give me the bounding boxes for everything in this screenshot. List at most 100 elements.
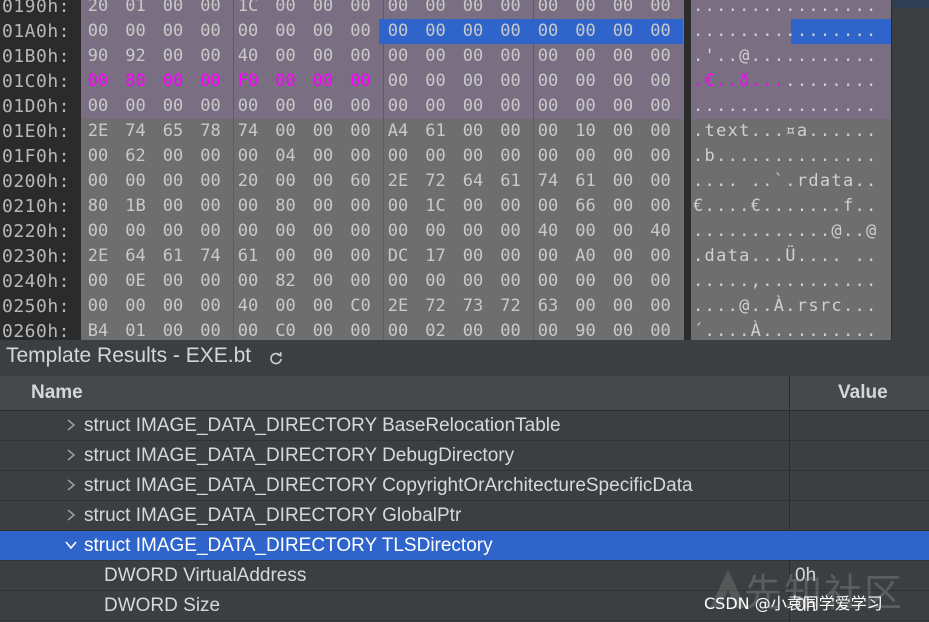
hex-byte[interactable]: 00	[83, 219, 113, 244]
hex-byte[interactable]: 00	[533, 319, 563, 340]
hex-byte[interactable]: 00	[496, 244, 526, 269]
hex-row[interactable]: 01B0h: 90 92 00 00 40 00 00 00 00 00 00 00 00 00 00 00 .'…	[0, 44, 893, 69]
hex-byte[interactable]: 00	[608, 244, 638, 269]
hex-byte[interactable]: 00	[121, 94, 151, 119]
hex-byte[interactable]: 00	[533, 194, 563, 219]
hex-byte[interactable]: 00	[158, 269, 188, 294]
hex-row[interactable]: 0220h: 00 00 00 00 00 00 00 00 00 00 00 00 40 00 00 40..…	[0, 219, 893, 244]
hex-byte[interactable]: 00	[496, 69, 526, 94]
hex-byte[interactable]: 00	[121, 294, 151, 319]
hex-byte[interactable]: 00	[533, 119, 563, 144]
hex-byte[interactable]: 74	[121, 119, 151, 144]
hex-byte[interactable]: 00	[571, 44, 601, 69]
hex-byte[interactable]: 00	[158, 194, 188, 219]
hex-byte[interactable]: 00	[346, 119, 376, 144]
hex-byte[interactable]: 00	[496, 44, 526, 69]
hex-byte[interactable]: 1B	[121, 194, 151, 219]
hex-byte[interactable]: 00	[608, 0, 638, 19]
hex-byte[interactable]: 00	[383, 44, 413, 69]
hex-byte[interactable]: 00	[458, 319, 488, 340]
tree-row[interactable]: struct IMAGE_DATA_DIRECTORY CopyrightOrA…	[0, 471, 929, 501]
hex-byte[interactable]: 00	[533, 269, 563, 294]
hex-byte[interactable]: 1C	[233, 0, 263, 19]
hex-byte[interactable]: 00	[496, 19, 526, 44]
hex-byte[interactable]: 00	[83, 294, 113, 319]
hex-byte[interactable]: 00	[308, 319, 338, 340]
hex-byte[interactable]: 78	[196, 119, 226, 144]
hex-byte[interactable]: 00	[233, 219, 263, 244]
chevron-right-icon[interactable]	[64, 478, 78, 492]
hex-byte[interactable]: 00	[196, 194, 226, 219]
hex-byte[interactable]: 00	[233, 144, 263, 169]
hex-byte[interactable]: 00	[346, 219, 376, 244]
hex-byte[interactable]: 00	[308, 19, 338, 44]
hex-byte[interactable]: 40	[646, 219, 676, 244]
hex-byte[interactable]: 10	[571, 119, 601, 144]
hex-ascii[interactable]: ´....À..........	[691, 319, 891, 340]
hex-byte[interactable]: 00	[158, 69, 188, 94]
hex-byte[interactable]: 00	[458, 244, 488, 269]
hex-byte[interactable]: 00	[346, 144, 376, 169]
hex-byte[interactable]: 2E	[83, 119, 113, 144]
hex-byte[interactable]: 00	[383, 319, 413, 340]
hex-byte[interactable]: 00	[608, 19, 638, 44]
hex-byte[interactable]: 82	[271, 269, 301, 294]
hex-byte[interactable]: 00	[646, 144, 676, 169]
hex-byte[interactable]: 00	[271, 69, 301, 94]
hex-ascii[interactable]: .€..ð...........	[691, 69, 891, 94]
hex-byte[interactable]: 00	[421, 94, 451, 119]
hex-byte[interactable]: 00	[158, 19, 188, 44]
hex-byte[interactable]: 00	[158, 319, 188, 340]
tree-row[interactable]: DWORD VirtualAddress 0h	[0, 561, 929, 591]
hex-byte[interactable]: 00	[608, 169, 638, 194]
hex-byte[interactable]: 00	[496, 0, 526, 19]
hex-byte[interactable]: 00	[533, 69, 563, 94]
hex-byte[interactable]: 00	[271, 244, 301, 269]
hex-byte[interactable]: 00	[83, 19, 113, 44]
hex-row[interactable]: 0250h: 00 00 00 00 40 00 00 C0 2E 72 73 72 63 00 00 00..…	[0, 294, 893, 319]
column-header-name[interactable]: Name	[31, 382, 83, 404]
hex-editor[interactable]: 0190h: 20 01 00 00 1C 00 00 00 00 00 00 00 00 00 00 00..…	[0, 0, 929, 340]
hex-byte[interactable]: 61	[571, 169, 601, 194]
hex-byte[interactable]: 00	[608, 69, 638, 94]
hex-byte[interactable]: 00	[271, 19, 301, 44]
hex-byte[interactable]: 61	[158, 244, 188, 269]
hex-byte[interactable]: 00	[121, 219, 151, 244]
hex-byte[interactable]: 00	[496, 319, 526, 340]
hex-byte[interactable]: 00	[233, 94, 263, 119]
hex-byte[interactable]: 00	[196, 69, 226, 94]
hex-byte[interactable]: 00	[608, 144, 638, 169]
chevron-right-icon[interactable]	[64, 448, 78, 462]
tree-row[interactable]: struct IMAGE_DATA_DIRECTORY DebugDirecto…	[0, 441, 929, 471]
hex-ascii[interactable]: .... ..`.rdata..	[691, 169, 891, 194]
hex-byte[interactable]: 00	[158, 94, 188, 119]
hex-byte[interactable]: 61	[421, 119, 451, 144]
hex-byte[interactable]: 00	[196, 0, 226, 19]
hex-byte[interactable]: 00	[533, 19, 563, 44]
hex-byte[interactable]: 00	[233, 19, 263, 44]
hex-byte[interactable]: 00	[271, 0, 301, 19]
hex-byte[interactable]: 00	[533, 244, 563, 269]
hex-byte[interactable]: 00	[571, 94, 601, 119]
hex-byte[interactable]: 00	[496, 194, 526, 219]
hex-byte[interactable]: 00	[308, 219, 338, 244]
hex-byte[interactable]: 00	[346, 244, 376, 269]
hex-byte[interactable]: 00	[646, 0, 676, 19]
hex-byte[interactable]: 00	[421, 19, 451, 44]
hex-byte[interactable]: 00	[196, 169, 226, 194]
hex-ascii[interactable]: ............@..@	[691, 219, 891, 244]
hex-byte[interactable]: 00	[458, 69, 488, 94]
hex-ascii[interactable]: .text...¤a......	[691, 119, 891, 144]
hex-byte[interactable]: 00	[458, 144, 488, 169]
hex-byte[interactable]: 90	[83, 44, 113, 69]
hex-byte[interactable]: 00	[383, 69, 413, 94]
hex-ascii[interactable]: .'..@...........	[691, 44, 891, 69]
hex-byte[interactable]: 01	[121, 319, 151, 340]
hex-byte[interactable]: C0	[346, 294, 376, 319]
hex-byte[interactable]: 00	[271, 294, 301, 319]
hex-byte[interactable]: 1C	[421, 194, 451, 219]
hex-byte[interactable]: 00	[83, 94, 113, 119]
hex-byte[interactable]: 00	[458, 119, 488, 144]
hex-byte[interactable]: 00	[421, 0, 451, 19]
hex-byte[interactable]: 00	[346, 69, 376, 94]
